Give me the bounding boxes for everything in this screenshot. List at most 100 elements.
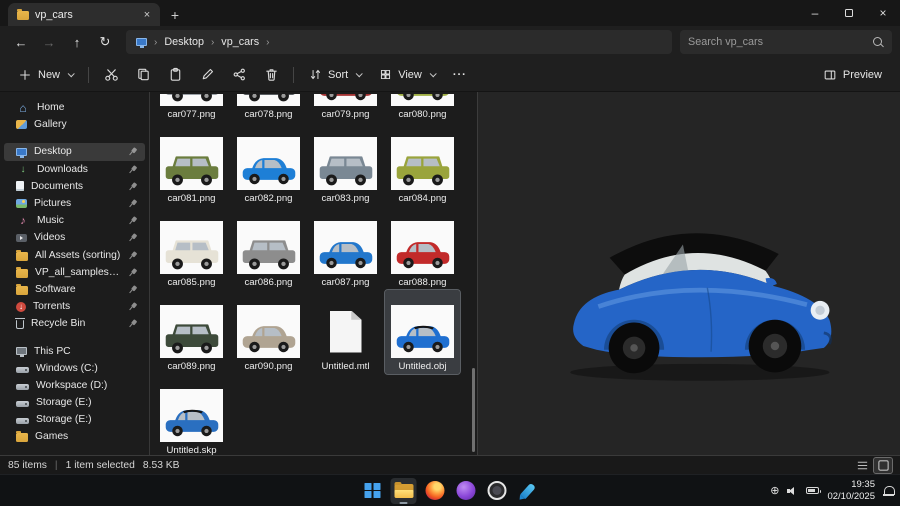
sidebar-item-vp-all-samples-presets[interactable]: VP_all_samples_presets	[4, 264, 145, 281]
share-icon	[232, 67, 247, 82]
file-thumbnail	[314, 221, 377, 274]
more-options-button[interactable]: ···	[445, 61, 475, 89]
taskbar-firefox-button[interactable]	[422, 478, 448, 504]
sort-button[interactable]: Sort	[301, 61, 369, 89]
search-icon[interactable]	[872, 36, 884, 48]
file-item-untitled-obj[interactable]: Untitled.obj	[385, 290, 460, 374]
paste-button[interactable]	[160, 61, 190, 89]
tab-close-button[interactable]: ×	[140, 9, 154, 21]
cut-button[interactable]	[96, 61, 126, 89]
sort-icon	[309, 68, 322, 81]
sidebar-item-this-pc[interactable]: This PC	[4, 342, 145, 359]
pin-icon	[126, 232, 139, 245]
sidebar-item-home[interactable]: ⌂Home	[4, 99, 145, 116]
new-button[interactable]: New	[10, 61, 81, 89]
file-item-car086-png[interactable]: car086.png	[231, 206, 306, 290]
pin-icon	[126, 249, 139, 262]
copy-button[interactable]	[128, 61, 158, 89]
file-name: Untitled.obj	[399, 361, 447, 372]
this-pc-icon[interactable]	[136, 38, 147, 46]
sidebar-item-all-assets-sorting[interactable]: All Assets (sorting)	[4, 247, 145, 264]
sidebar-item-storage-e[interactable]: Storage (E:)	[4, 394, 145, 411]
file-item-car081-png[interactable]: car081.png	[154, 122, 229, 206]
sidebar-item-workspace-d[interactable]: Workspace (D:)	[4, 377, 145, 394]
selection-size: 8.53 KB	[143, 460, 180, 471]
file-item-car088-png[interactable]: car088.png	[385, 206, 460, 290]
file-item-car077-png[interactable]: car077.png	[154, 92, 229, 122]
file-item-car084-png[interactable]: car084.png	[385, 122, 460, 206]
explorer-tab[interactable]: vp_cars ×	[8, 3, 160, 26]
maximize-button[interactable]	[832, 0, 866, 26]
sidebar-item-documents[interactable]: Documents	[4, 178, 145, 195]
view-button[interactable]: View	[371, 61, 443, 89]
preview-car-image	[542, 194, 852, 389]
battery-icon[interactable]	[806, 487, 819, 494]
breadcrumb-separator: ›	[154, 37, 157, 48]
sidebar-item-label: Videos	[34, 232, 65, 243]
file-item-car078-png[interactable]: car078.png	[231, 92, 306, 122]
file-item-car089-png[interactable]: car089.png	[154, 290, 229, 374]
sidebar-item-videos[interactable]: Videos	[4, 229, 145, 246]
file-item-car087-png[interactable]: car087.png	[308, 206, 383, 290]
car-thumbnail-graphic	[240, 318, 298, 356]
delete-button[interactable]	[256, 61, 286, 89]
sidebar-item-pictures[interactable]: Pictures	[4, 195, 145, 212]
share-button[interactable]	[224, 61, 254, 89]
window-controls: – ×	[798, 0, 900, 26]
preview-toggle-button[interactable]: Preview	[815, 61, 890, 89]
sidebar-item-gallery[interactable]: Gallery	[4, 116, 145, 133]
sidebar-item-windows-c[interactable]: Windows (C:)	[4, 360, 145, 377]
sidebar-item-software[interactable]: Software	[4, 281, 145, 298]
sidebar-item-storage-e[interactable]: Storage (E:)	[4, 411, 145, 428]
breadcrumb: › Desktop › vp_cars ›	[126, 30, 672, 54]
view-button-label: View	[398, 69, 422, 81]
breadcrumb-vp-cars[interactable]: vp_cars	[221, 36, 259, 48]
details-view-toggle[interactable]	[853, 458, 871, 473]
back-button[interactable]: ←	[8, 29, 34, 55]
volume-icon[interactable]	[787, 486, 798, 496]
sidebar-item-torrents[interactable]: ↓Torrents	[4, 298, 145, 315]
drive-icon	[16, 401, 29, 407]
taskbar-file-explorer-button[interactable]	[391, 478, 417, 504]
file-item-car090-png[interactable]: car090.png	[231, 290, 306, 374]
file-thumbnail	[314, 94, 377, 106]
taskbar-clock[interactable]: 19:35 02/10/2025	[827, 479, 875, 503]
sidebar-item-music[interactable]: ♪Music	[4, 212, 145, 229]
file-list-scrollbar[interactable]	[472, 368, 475, 452]
sidebar-item-desktop[interactable]: Desktop	[4, 143, 145, 160]
network-icon[interactable]: ⊕	[770, 484, 779, 497]
minimize-button[interactable]: –	[798, 0, 832, 26]
start-button[interactable]	[360, 478, 386, 504]
taskbar-pen-app-button[interactable]	[515, 478, 541, 504]
pin-icon	[126, 163, 139, 176]
file-item-car082-png[interactable]: car082.png	[231, 122, 306, 206]
sidebar-item-games[interactable]: Games	[4, 428, 145, 445]
sidebar-item-downloads[interactable]: ↓Downloads	[4, 161, 145, 178]
drive-icon	[16, 418, 29, 424]
new-tab-button[interactable]: +	[164, 4, 186, 26]
thumbnail-view-toggle[interactable]	[874, 458, 892, 473]
trash-icon	[264, 67, 279, 82]
forward-button[interactable]: →	[36, 29, 62, 55]
refresh-button[interactable]: ↻	[92, 29, 118, 55]
file-item-car080-png[interactable]: car080.png	[385, 92, 460, 122]
sidebar-item-recycle-bin[interactable]: Recycle Bin	[4, 315, 145, 332]
taskbar-purple-app-button[interactable]	[453, 478, 479, 504]
file-item-car085-png[interactable]: car085.png	[154, 206, 229, 290]
up-button[interactable]: ↑	[64, 29, 90, 55]
file-item-untitled-mtl[interactable]: Untitled.mtl	[308, 290, 383, 374]
chevron-down-icon	[430, 70, 437, 77]
folder-icon	[16, 269, 28, 278]
taskbar-lens-app-button[interactable]	[484, 478, 510, 504]
rename-button[interactable]	[192, 61, 222, 89]
breadcrumb-desktop[interactable]: Desktop	[164, 36, 204, 48]
search-input[interactable]	[688, 36, 866, 48]
file-item-untitled-skp[interactable]: Untitled.skp	[154, 374, 229, 455]
close-button[interactable]: ×	[866, 0, 900, 26]
chevron-down-icon	[68, 70, 75, 77]
file-item-car083-png[interactable]: car083.png	[308, 122, 383, 206]
file-thumbnail	[391, 305, 454, 358]
file-name: car088.png	[398, 277, 446, 288]
file-item-car079-png[interactable]: car079.png	[308, 92, 383, 122]
notification-bell-icon[interactable]	[883, 486, 894, 496]
